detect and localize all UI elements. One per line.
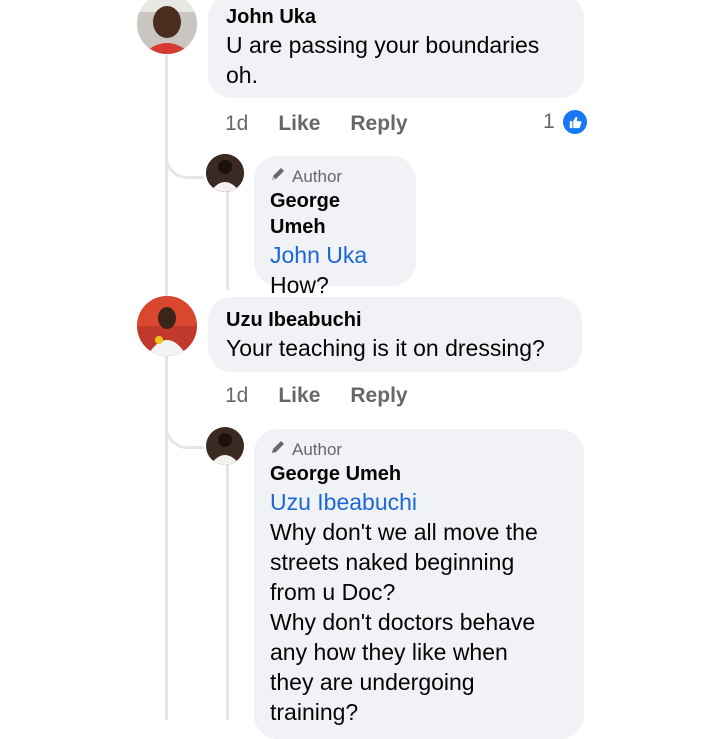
reply-button[interactable]: Reply [350, 384, 407, 408]
like-button[interactable]: Like [278, 384, 320, 408]
comment-time[interactable]: 1d [225, 384, 248, 408]
mention-link[interactable]: Uzu Ibeabuchi [270, 487, 568, 517]
thread-connector-2 [165, 410, 204, 449]
reply-text-line: How? [270, 272, 329, 298]
thread-line-reply-1 [226, 190, 229, 290]
author-badge-label: Author [292, 167, 343, 186]
comment-text-line: oh. [226, 62, 258, 88]
reaction-count: 1 [543, 110, 555, 133]
reply-bubble: Author George Umeh Uzu Ibeabuchi Why don… [254, 429, 584, 739]
mention-link[interactable]: John Uka [270, 240, 400, 270]
thread-line-reply-2 [226, 465, 229, 720]
reply-bubble: Author George Umeh John Uka How? [254, 156, 416, 298]
comment-author-name[interactable]: Uzu Ibeabuchi [226, 307, 564, 333]
author-badge: Author [270, 166, 400, 188]
reply-text-line: streets naked beginning [270, 549, 515, 575]
comment-time[interactable]: 1d [225, 112, 248, 136]
reply-text-line: Why don't doctors behave [270, 609, 536, 635]
comment-bubble: John Uka U are passing your boundaries o… [208, 0, 584, 98]
avatar[interactable] [206, 427, 244, 465]
pencil-icon [270, 166, 286, 188]
comment-text-line: U are passing your boundaries [226, 32, 540, 58]
comment-author-name[interactable]: John Uka [226, 4, 566, 30]
reply-author-name[interactable]: George Umeh [270, 188, 400, 240]
comment-actions: 1d Like Reply [225, 112, 408, 136]
reply-text-line: any how they like when [270, 639, 508, 665]
reply-text-line: from u Doc? [270, 579, 396, 605]
author-badge-label: Author [292, 440, 343, 459]
avatar[interactable] [137, 296, 197, 356]
reply-button[interactable]: Reply [350, 112, 407, 136]
like-button[interactable]: Like [278, 112, 320, 136]
author-badge: Author [270, 439, 568, 461]
reply-text-line: Why don't we all move the [270, 519, 538, 545]
pencil-icon [270, 439, 286, 461]
avatar[interactable] [137, 0, 197, 54]
reply-text-line: they are undergoing [270, 669, 475, 695]
avatar[interactable] [206, 154, 244, 192]
reply-text-line: training? [270, 699, 359, 725]
thumbs-up-icon [560, 108, 589, 136]
reaction-summary[interactable]: 1 [543, 108, 589, 136]
comment-text-line: Your teaching is it on dressing? [226, 335, 545, 361]
comment-bubble: Uzu Ibeabuchi Your teaching is it on dre… [208, 297, 582, 372]
comment-actions: 1d Like Reply [225, 384, 408, 408]
thread-connector-1 [165, 140, 204, 179]
reply-author-name[interactable]: George Umeh [270, 461, 568, 487]
